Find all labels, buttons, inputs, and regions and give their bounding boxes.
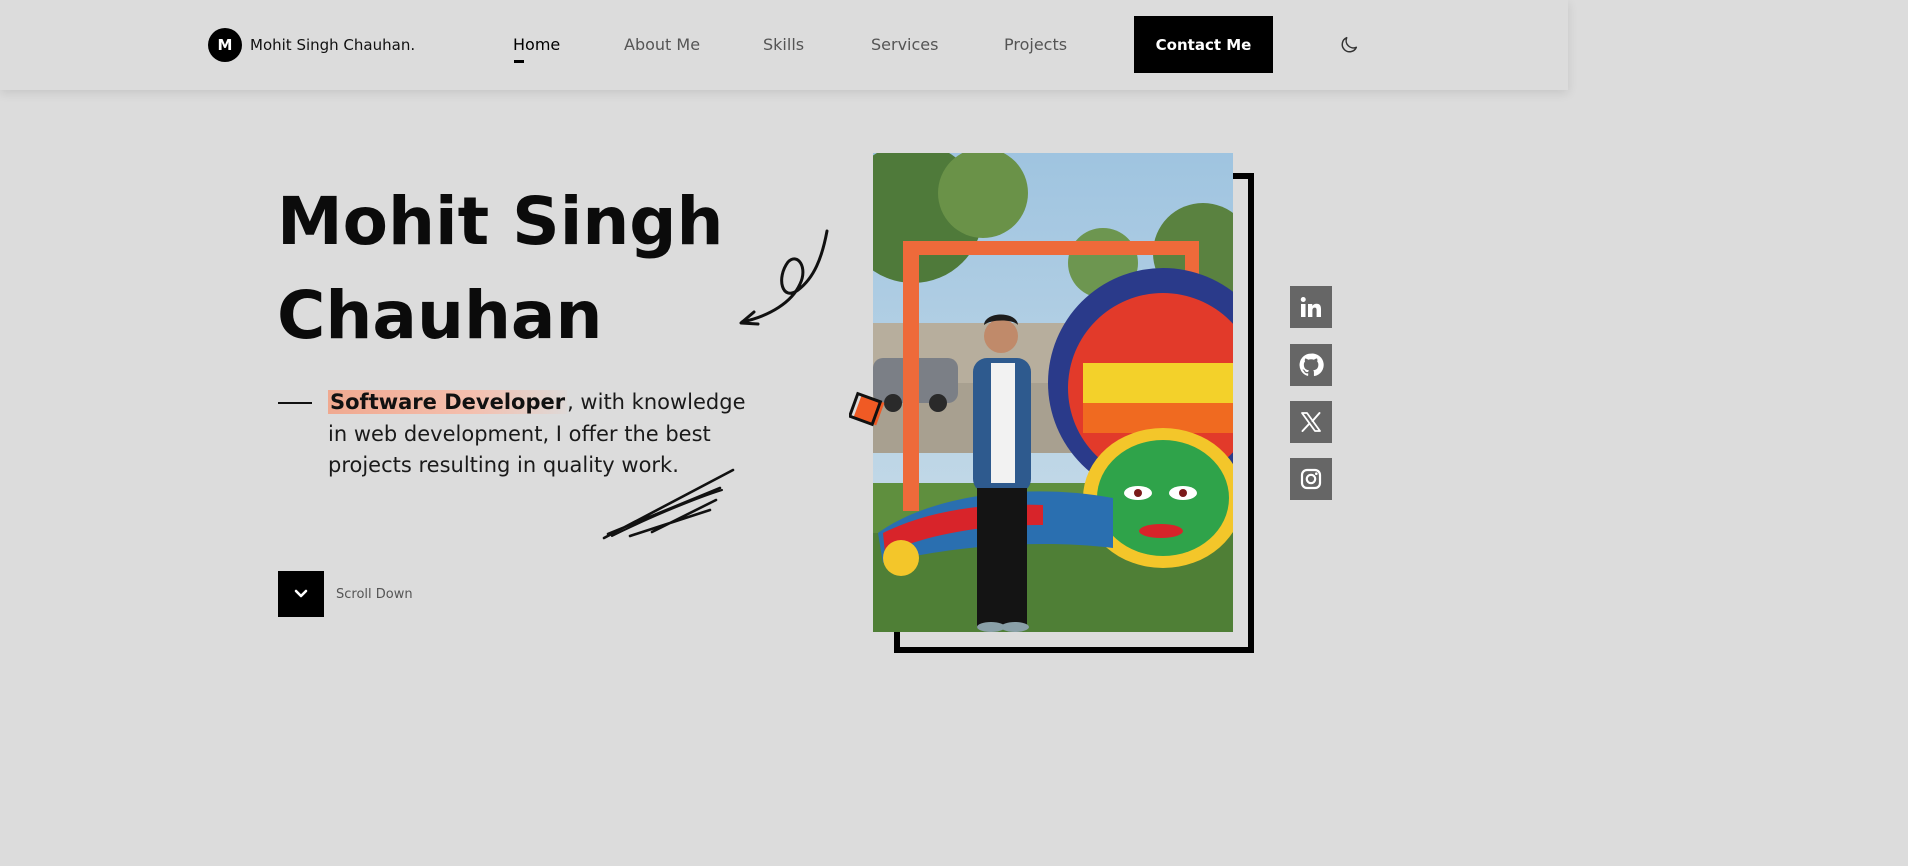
- github-link[interactable]: [1290, 344, 1332, 386]
- site-header: M Mohit Singh Chauhan. Home About Me Ski…: [0, 0, 1568, 90]
- x-icon: [1301, 412, 1321, 432]
- nav-about-me[interactable]: About Me: [624, 35, 700, 54]
- github-icon: [1299, 353, 1324, 377]
- contact-me-button[interactable]: Contact Me: [1134, 16, 1273, 73]
- nav-active-indicator: [514, 60, 524, 63]
- logo[interactable]: M Mohit Singh Chauhan.: [208, 28, 415, 62]
- scroll-down-button[interactable]: [278, 571, 324, 617]
- logo-text: Mohit Singh Chauhan.: [250, 36, 416, 54]
- profile-photo: [873, 153, 1233, 632]
- nav-services[interactable]: Services: [871, 35, 938, 54]
- logo-badge: M: [208, 28, 242, 62]
- scroll-down-label: Scroll Down: [336, 587, 413, 602]
- nav-projects[interactable]: Projects: [1004, 35, 1067, 54]
- nav-home[interactable]: Home: [513, 35, 560, 54]
- description-dash: [278, 402, 312, 404]
- linkedin-icon: [1300, 297, 1321, 317]
- linkedin-link[interactable]: [1290, 286, 1332, 328]
- instagram-icon: [1300, 468, 1322, 490]
- nav-skills[interactable]: Skills: [763, 35, 804, 54]
- instagram-link[interactable]: [1290, 458, 1332, 500]
- chevron-down-icon: [294, 589, 308, 598]
- curly-arrow-decoration: [739, 229, 829, 326]
- scribble-decoration: [602, 468, 735, 540]
- highlight-role: Software Developer: [328, 390, 568, 414]
- x-twitter-link[interactable]: [1290, 401, 1332, 443]
- moon-icon[interactable]: [1338, 34, 1360, 56]
- diamond-decoration: [849, 391, 885, 427]
